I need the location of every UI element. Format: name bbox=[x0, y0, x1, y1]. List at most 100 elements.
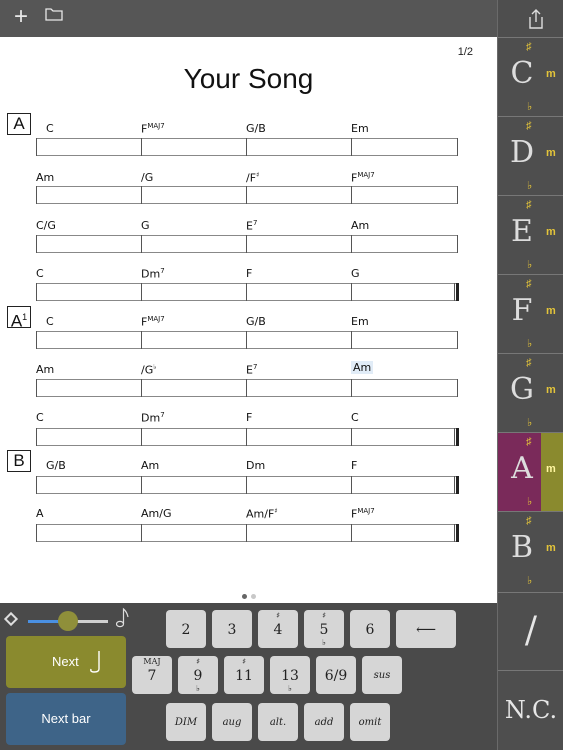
modifier-omit[interactable]: omit bbox=[350, 703, 390, 741]
chord[interactable]: Dm bbox=[246, 459, 265, 472]
modifier-alt[interactable]: alt. bbox=[258, 703, 298, 741]
selected-chord[interactable]: Am bbox=[351, 361, 374, 374]
minor-button[interactable]: m bbox=[546, 147, 556, 159]
section-label-a1[interactable]: A1 bbox=[7, 306, 31, 331]
quality-5[interactable]: 5 ♯ ♭ bbox=[304, 610, 344, 648]
chord[interactable]: Am/G bbox=[141, 507, 171, 520]
chord[interactable]: E7 bbox=[246, 219, 257, 233]
sharp-button[interactable]: ♯ bbox=[526, 436, 532, 448]
chord[interactable]: G bbox=[141, 219, 150, 232]
chord[interactable]: G bbox=[351, 267, 360, 280]
chord[interactable]: FMAJ7 bbox=[141, 122, 165, 136]
chord[interactable]: /F♯ bbox=[246, 171, 259, 185]
chord[interactable]: E7 bbox=[246, 363, 257, 377]
chord[interactable]: /G♭ bbox=[141, 363, 157, 377]
chord[interactable]: A bbox=[36, 507, 44, 520]
chord[interactable]: Em bbox=[351, 122, 369, 135]
sharp-button[interactable]: ♯ bbox=[526, 199, 532, 211]
flat-button[interactable]: ♭ bbox=[527, 337, 532, 350]
modifier-DIM[interactable]: DIM bbox=[166, 703, 206, 741]
flat-button[interactable]: ♭ bbox=[527, 574, 532, 587]
quality-3[interactable]: 3 bbox=[212, 610, 252, 648]
sharp-button[interactable]: ♯ bbox=[526, 120, 532, 132]
quality-4[interactable]: 4 ♯ bbox=[258, 610, 298, 648]
chord[interactable]: G/B bbox=[46, 459, 66, 472]
minor-button[interactable]: m bbox=[546, 384, 556, 396]
flat-button[interactable]: ♭ bbox=[527, 495, 532, 508]
sharp-button[interactable]: ♯ bbox=[526, 515, 532, 527]
chord[interactable]: Dm7 bbox=[141, 411, 165, 425]
chord[interactable]: Dm7 bbox=[141, 267, 165, 281]
staff-row bbox=[36, 379, 458, 397]
flat-button[interactable]: ♭ bbox=[527, 179, 532, 192]
minor-button[interactable]: m bbox=[546, 463, 556, 475]
chord[interactable]: FMAJ7 bbox=[351, 171, 375, 185]
eighth-note-icon bbox=[115, 607, 130, 629]
quality-6-9[interactable]: 6/9 bbox=[316, 656, 356, 694]
chord[interactable]: FMAJ7 bbox=[351, 507, 375, 521]
chord[interactable]: /G bbox=[141, 171, 153, 184]
flat-button[interactable]: ♭ bbox=[527, 258, 532, 271]
minor-button[interactable]: m bbox=[546, 68, 556, 80]
chord[interactable]: G/B bbox=[246, 122, 266, 135]
chord[interactable]: C bbox=[46, 122, 54, 135]
chord[interactable]: Am bbox=[36, 363, 54, 376]
chord[interactable]: C bbox=[36, 267, 44, 280]
page-dot[interactable] bbox=[242, 594, 247, 599]
next-button[interactable]: Next bbox=[6, 636, 126, 688]
quality-2[interactable]: 2 bbox=[166, 610, 206, 648]
sharp-button[interactable]: ♯ bbox=[526, 357, 532, 369]
sharp-button[interactable]: ♯ bbox=[526, 278, 532, 290]
minor-button[interactable]: m bbox=[546, 226, 556, 238]
sharp-button[interactable]: ♯ bbox=[526, 41, 532, 53]
chord[interactable]: C bbox=[46, 315, 54, 328]
key-g[interactable]: G ♯ ♭ m bbox=[498, 353, 563, 432]
key-b[interactable]: B ♯ ♭ m bbox=[498, 511, 563, 590]
quality-9[interactable]: 9 ♯ ♭ bbox=[178, 656, 218, 694]
quality-13[interactable]: 13 ♭ bbox=[270, 656, 310, 694]
section-label-a[interactable]: A bbox=[7, 113, 31, 135]
chord[interactable]: Em bbox=[351, 315, 369, 328]
key-c[interactable]: C ♯ ♭ m bbox=[498, 37, 563, 116]
chord[interactable]: FMAJ7 bbox=[141, 315, 165, 329]
chord[interactable]: C/G bbox=[36, 219, 56, 232]
quality-6[interactable]: 6 bbox=[350, 610, 390, 648]
plus-icon[interactable]: + bbox=[8, 5, 34, 30]
chord[interactable]: F bbox=[246, 267, 252, 280]
chord[interactable]: G/B bbox=[246, 315, 266, 328]
key-e[interactable]: E ♯ ♭ m bbox=[498, 195, 563, 274]
chord[interactable]: C bbox=[36, 411, 44, 424]
chord[interactable]: F bbox=[351, 459, 357, 472]
quality-7[interactable]: 7 MAJ bbox=[132, 656, 172, 694]
modifier-aug[interactable]: aug bbox=[212, 703, 252, 741]
song-title[interactable]: Your Song bbox=[0, 63, 497, 95]
key-f[interactable]: F ♯ ♭ m bbox=[498, 274, 563, 353]
minor-button[interactable]: m bbox=[546, 542, 556, 554]
key-d[interactable]: D ♯ ♭ m bbox=[498, 116, 563, 195]
page-dots[interactable] bbox=[240, 586, 258, 604]
duration-slider-thumb[interactable] bbox=[58, 611, 78, 631]
app-window: + 1/2 Your Song A A1 B C FMAJ7 G/B Em Am… bbox=[0, 0, 563, 750]
chord[interactable]: Am/F♯ bbox=[246, 507, 278, 521]
backspace-button[interactable]: ⟵ bbox=[396, 610, 456, 648]
flat-button[interactable]: ♭ bbox=[527, 416, 532, 429]
next-bar-button[interactable]: Next bar bbox=[6, 693, 126, 745]
share-icon[interactable] bbox=[527, 8, 545, 30]
no-chord-button[interactable]: N.C. bbox=[498, 670, 563, 750]
chord[interactable]: Am bbox=[351, 219, 369, 232]
chord[interactable]: Am bbox=[141, 459, 159, 472]
quality-sus[interactable]: sus bbox=[362, 656, 402, 694]
folder-icon[interactable] bbox=[45, 6, 71, 30]
section-label-b[interactable]: B bbox=[7, 450, 31, 472]
next-label: Next bbox=[52, 654, 79, 669]
minor-button[interactable]: m bbox=[546, 305, 556, 317]
chord[interactable]: Am bbox=[36, 171, 54, 184]
page-dot[interactable] bbox=[251, 594, 256, 599]
quality-11[interactable]: 11 ♯ bbox=[224, 656, 264, 694]
chord[interactable]: F bbox=[246, 411, 252, 424]
flat-button[interactable]: ♭ bbox=[527, 100, 532, 113]
chord[interactable]: C bbox=[351, 411, 359, 424]
key-a[interactable]: A ♯ ♭ m bbox=[498, 432, 563, 511]
slash-chord-button[interactable]: / bbox=[498, 592, 563, 670]
modifier-add[interactable]: add bbox=[304, 703, 344, 741]
